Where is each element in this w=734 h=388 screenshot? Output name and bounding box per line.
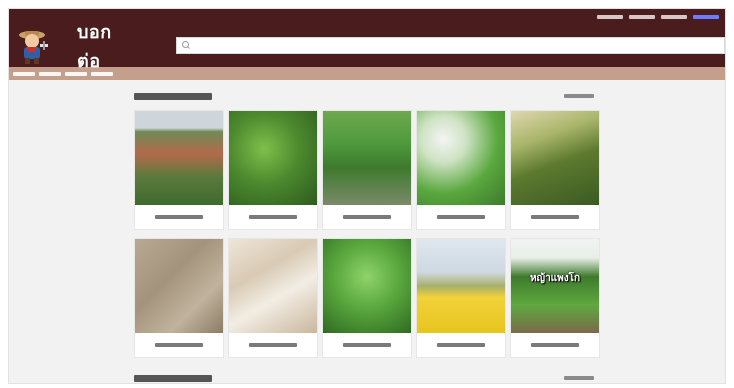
section-header-2 (134, 371, 594, 383)
card-3[interactable] (322, 110, 412, 230)
card-title (343, 343, 391, 347)
photo-caption: หญ้าแพงโก (529, 273, 581, 284)
nav-item-1[interactable] (13, 71, 35, 76)
card-7[interactable] (228, 238, 318, 358)
top-link-4[interactable] (693, 14, 719, 19)
card-photo (229, 239, 317, 333)
card-title (531, 215, 579, 219)
card-title (343, 215, 391, 219)
card-title (531, 343, 579, 347)
card-photo (323, 111, 411, 205)
card-photo (229, 111, 317, 205)
nav-item-3[interactable] (65, 71, 87, 76)
nav-item-4[interactable] (91, 71, 113, 76)
card-2[interactable] (228, 110, 318, 230)
card-photo (323, 239, 411, 333)
section-title (134, 92, 212, 100)
card-title (155, 343, 203, 347)
card-grid: หญ้าแพงโก (134, 110, 602, 358)
section-title-2 (134, 374, 212, 382)
card-title (155, 215, 203, 219)
card-title (437, 215, 485, 219)
card-photo (135, 111, 223, 205)
card-photo (511, 111, 599, 205)
search-input[interactable] (176, 37, 725, 54)
search-icon (182, 41, 191, 50)
card-9[interactable] (416, 238, 506, 358)
see-all-link-2[interactable] (564, 376, 594, 380)
card-10[interactable]: หญ้าแพงโก (510, 238, 600, 358)
farmer-mascot-icon[interactable] (13, 26, 51, 66)
top-link-3[interactable] (661, 14, 687, 19)
browser-page: บอกต่อ หญ้าแพงโก (8, 8, 726, 384)
site-header: บอกต่อ (9, 22, 725, 72)
card-photo (417, 239, 505, 333)
card-4[interactable] (416, 110, 506, 230)
card-title (437, 343, 485, 347)
card-8[interactable] (322, 238, 412, 358)
top-link-2[interactable] (629, 14, 655, 19)
top-bar-links (597, 14, 719, 19)
nav-item-2[interactable] (39, 71, 61, 76)
card-photo: หญ้าแพงโก (511, 239, 599, 333)
card-title (249, 215, 297, 219)
site-logo[interactable]: บอกต่อ (77, 17, 134, 75)
see-all-link[interactable] (564, 94, 594, 98)
card-5[interactable] (510, 110, 600, 230)
section-header (134, 89, 594, 103)
card-photo (417, 111, 505, 205)
card-photo (135, 239, 223, 333)
card-6[interactable] (134, 238, 224, 358)
top-link-1[interactable] (597, 14, 623, 19)
card-title (249, 343, 297, 347)
card-1[interactable] (134, 110, 224, 230)
